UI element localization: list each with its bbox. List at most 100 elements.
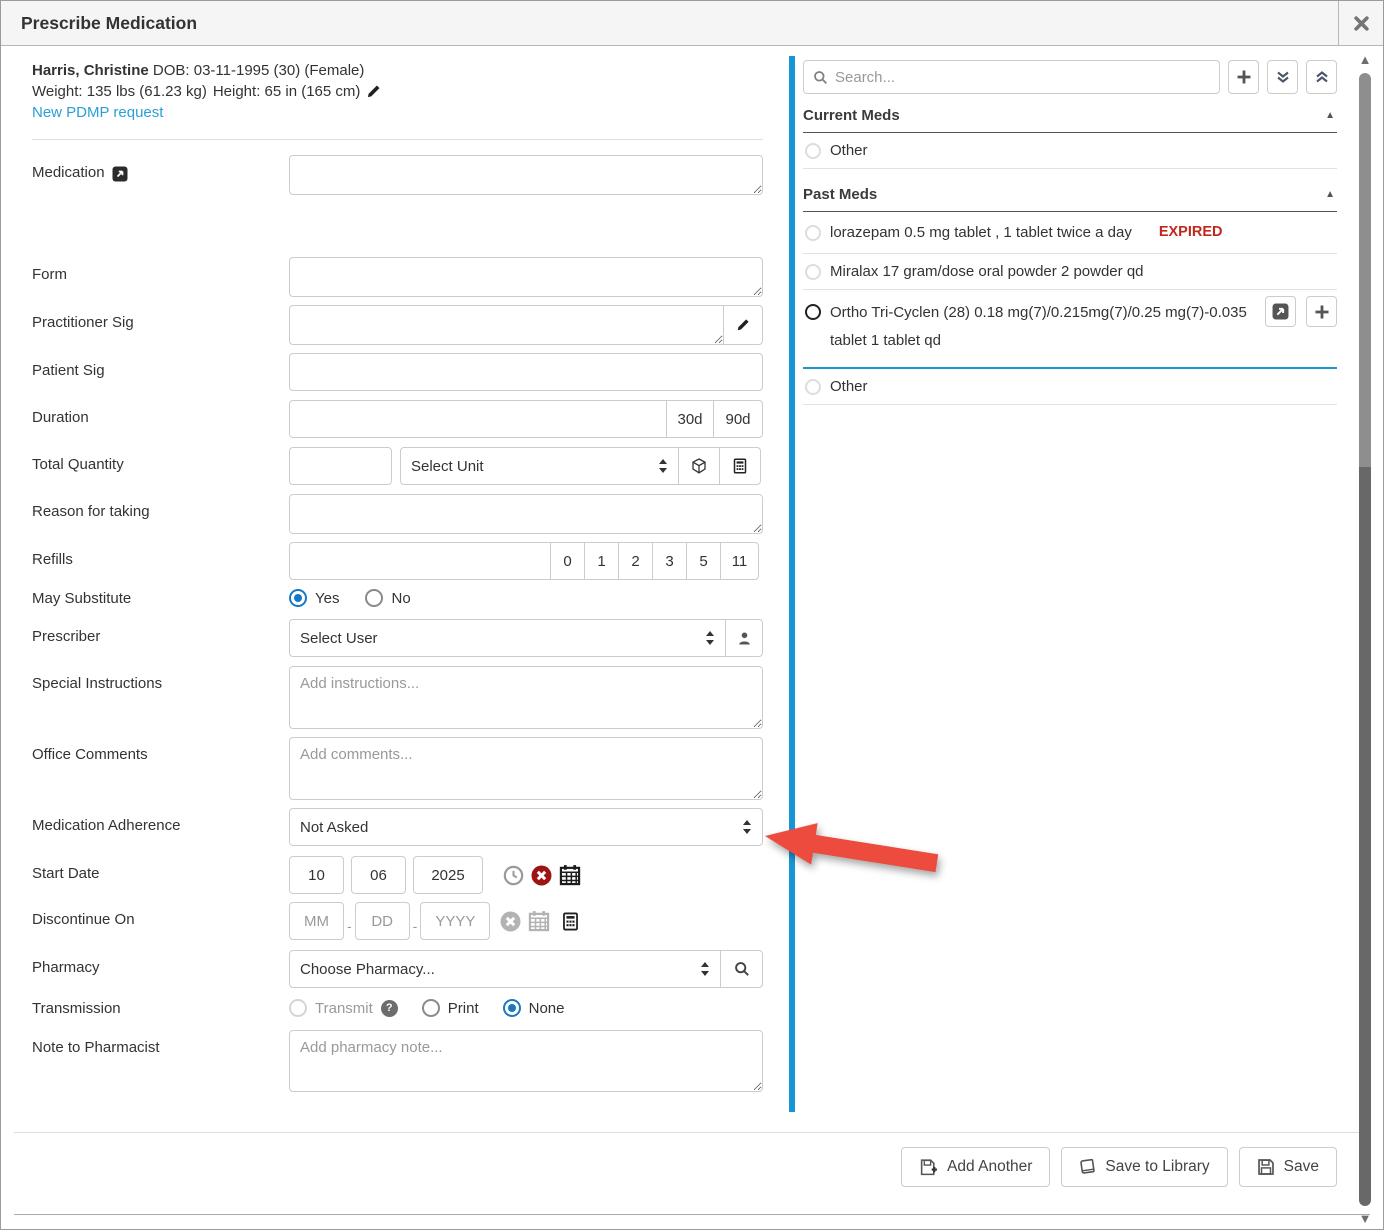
duration-input[interactable] bbox=[289, 400, 667, 438]
none-radio[interactable]: None bbox=[503, 999, 565, 1017]
scrollbar-up-arrow[interactable]: ▲ bbox=[1358, 55, 1372, 65]
med-item-ortho-tri-cyclen[interactable]: Ortho Tri-Cyclen (28) 0.18 mg(7)/0.215mg… bbox=[803, 290, 1337, 369]
start-day-input[interactable] bbox=[351, 856, 406, 894]
clear-date-disabled-icon bbox=[500, 911, 521, 932]
refill-0-button[interactable]: 0 bbox=[550, 542, 585, 580]
form-label: Form bbox=[32, 257, 289, 297]
prescriber-label: Prescriber bbox=[32, 619, 289, 657]
patient-summary: Harris, Christine DOB: 03-11-1995 (30) (… bbox=[32, 62, 789, 79]
date-dash: - bbox=[344, 908, 355, 934]
reason-label: Reason for taking bbox=[32, 494, 289, 534]
duration-30d-button[interactable]: 30d bbox=[666, 400, 714, 438]
save-button[interactable]: Save bbox=[1239, 1147, 1337, 1187]
refills-input[interactable] bbox=[289, 542, 551, 580]
patient-vitals: Weight: 135 lbs (61.23 kg) Height: 65 in… bbox=[32, 83, 789, 100]
prescriber-user-button[interactable] bbox=[725, 619, 763, 657]
substitute-yes-radio[interactable]: Yes bbox=[289, 589, 339, 607]
start-year-input[interactable] bbox=[413, 856, 483, 894]
print-radio[interactable]: Print bbox=[422, 999, 479, 1017]
save-plus-icon bbox=[919, 1158, 938, 1177]
special-instructions-label: Special Instructions bbox=[32, 666, 289, 729]
unit-select[interactable]: Select Unit bbox=[400, 447, 679, 485]
prescribe-medication-modal: Prescribe Medication Harris, Christine D… bbox=[0, 0, 1384, 1230]
radio-disabled-icon bbox=[289, 999, 307, 1017]
substitute-no-radio[interactable]: No bbox=[365, 589, 410, 607]
calendar-icon[interactable] bbox=[559, 864, 581, 886]
clock-icon[interactable] bbox=[503, 865, 524, 886]
refill-3-button[interactable]: 3 bbox=[652, 542, 687, 580]
refill-1-button[interactable]: 1 bbox=[584, 542, 619, 580]
total-quantity-input[interactable] bbox=[289, 447, 392, 485]
patient-weight: Weight: 135 lbs (61.23 kg) bbox=[32, 83, 207, 100]
sort-arrows-icon bbox=[658, 458, 668, 474]
clear-date-icon[interactable] bbox=[531, 865, 552, 886]
pharmacy-search-button[interactable] bbox=[720, 950, 763, 988]
search-icon bbox=[734, 961, 750, 977]
cube-icon bbox=[691, 458, 707, 474]
refill-2-button[interactable]: 2 bbox=[618, 542, 653, 580]
current-meds-header[interactable]: Current Meds ▲ bbox=[803, 98, 1337, 133]
help-icon[interactable]: ? bbox=[381, 1000, 398, 1017]
save-to-library-button[interactable]: Save to Library bbox=[1061, 1147, 1227, 1187]
add-another-button[interactable]: Add Another bbox=[901, 1147, 1050, 1187]
prescriber-select[interactable]: Select User bbox=[289, 619, 726, 657]
open-med-button[interactable] bbox=[1265, 296, 1296, 327]
scrollbar-thumb-upper[interactable] bbox=[1359, 73, 1371, 467]
plus-icon bbox=[1314, 304, 1330, 320]
scrollbar[interactable]: ▲ ▼ bbox=[1356, 47, 1374, 1229]
med-item-miralax[interactable]: Miralax 17 gram/dose oral powder 2 powde… bbox=[803, 254, 1337, 290]
double-chevron-up-icon bbox=[1314, 69, 1330, 85]
meds-search-input[interactable] bbox=[835, 62, 1210, 92]
pharmacy-select[interactable]: Choose Pharmacy... bbox=[289, 950, 721, 988]
package-lookup-button[interactable] bbox=[678, 447, 720, 485]
discontinue-month-input[interactable] bbox=[289, 902, 344, 940]
start-date-label: Start Date bbox=[32, 856, 289, 894]
transmission-label: Transmission bbox=[32, 999, 289, 1017]
sort-arrows-icon bbox=[742, 819, 752, 835]
med-item-lorazepam[interactable]: lorazepam 0.5 mg tablet , 1 tablet twice… bbox=[803, 212, 1337, 254]
refill-11-button[interactable]: 11 bbox=[720, 542, 759, 580]
add-med-to-rx-button[interactable] bbox=[1306, 296, 1337, 327]
start-month-input[interactable] bbox=[289, 856, 344, 894]
past-meds-header[interactable]: Past Meds ▲ bbox=[803, 177, 1337, 212]
practitioner-sig-input[interactable] bbox=[289, 305, 724, 345]
form-input[interactable] bbox=[289, 257, 763, 297]
special-instructions-input[interactable] bbox=[289, 666, 763, 729]
scrollbar-thumb[interactable] bbox=[1359, 467, 1371, 1206]
radio-selected-icon bbox=[289, 589, 307, 607]
medication-external-link-icon[interactable] bbox=[112, 166, 128, 182]
calendar-disabled-icon bbox=[528, 910, 550, 932]
discontinue-day-input[interactable] bbox=[355, 902, 410, 940]
add-med-button[interactable] bbox=[1228, 60, 1259, 94]
date-calculator-icon[interactable] bbox=[561, 912, 580, 931]
adherence-select[interactable]: Not Asked bbox=[289, 808, 763, 846]
expired-badge: EXPIRED bbox=[1159, 224, 1223, 240]
past-meds-other-item[interactable]: Other bbox=[803, 369, 1337, 405]
scrollbar-down-arrow[interactable]: ▼ bbox=[1358, 1214, 1372, 1224]
medication-input[interactable] bbox=[289, 155, 763, 195]
close-button[interactable] bbox=[1338, 1, 1383, 46]
reason-input[interactable] bbox=[289, 494, 763, 534]
pharmacy-note-input[interactable] bbox=[289, 1030, 763, 1092]
current-meds-other-item[interactable]: Other bbox=[803, 133, 1337, 169]
collapse-all-button[interactable] bbox=[1267, 60, 1298, 94]
practitioner-sig-label: Practitioner Sig bbox=[32, 305, 289, 345]
medication-adherence-label: Medication Adherence bbox=[32, 808, 289, 846]
office-comments-label: Office Comments bbox=[32, 737, 289, 800]
practitioner-sig-edit-button[interactable] bbox=[723, 305, 763, 345]
patient-sig-input[interactable] bbox=[289, 353, 763, 391]
radio-icon bbox=[422, 999, 440, 1017]
refill-5-button[interactable]: 5 bbox=[686, 542, 721, 580]
new-pdmp-request-link[interactable]: New PDMP request bbox=[32, 104, 163, 121]
external-link-icon bbox=[1272, 303, 1289, 320]
footer-actions: Add Another Save to Library Save bbox=[1, 1133, 1383, 1187]
meds-search-field[interactable] bbox=[803, 60, 1220, 94]
discontinue-year-input[interactable] bbox=[420, 902, 490, 940]
edit-vitals-pencil-icon[interactable] bbox=[366, 84, 381, 99]
office-comments-input[interactable] bbox=[289, 737, 763, 800]
medication-label: Medication bbox=[32, 155, 289, 195]
expand-all-button[interactable] bbox=[1306, 60, 1337, 94]
patient-height: Height: 65 in (165 cm) bbox=[213, 83, 361, 100]
quantity-calculator-button[interactable] bbox=[719, 447, 761, 485]
duration-90d-button[interactable]: 90d bbox=[713, 400, 763, 438]
